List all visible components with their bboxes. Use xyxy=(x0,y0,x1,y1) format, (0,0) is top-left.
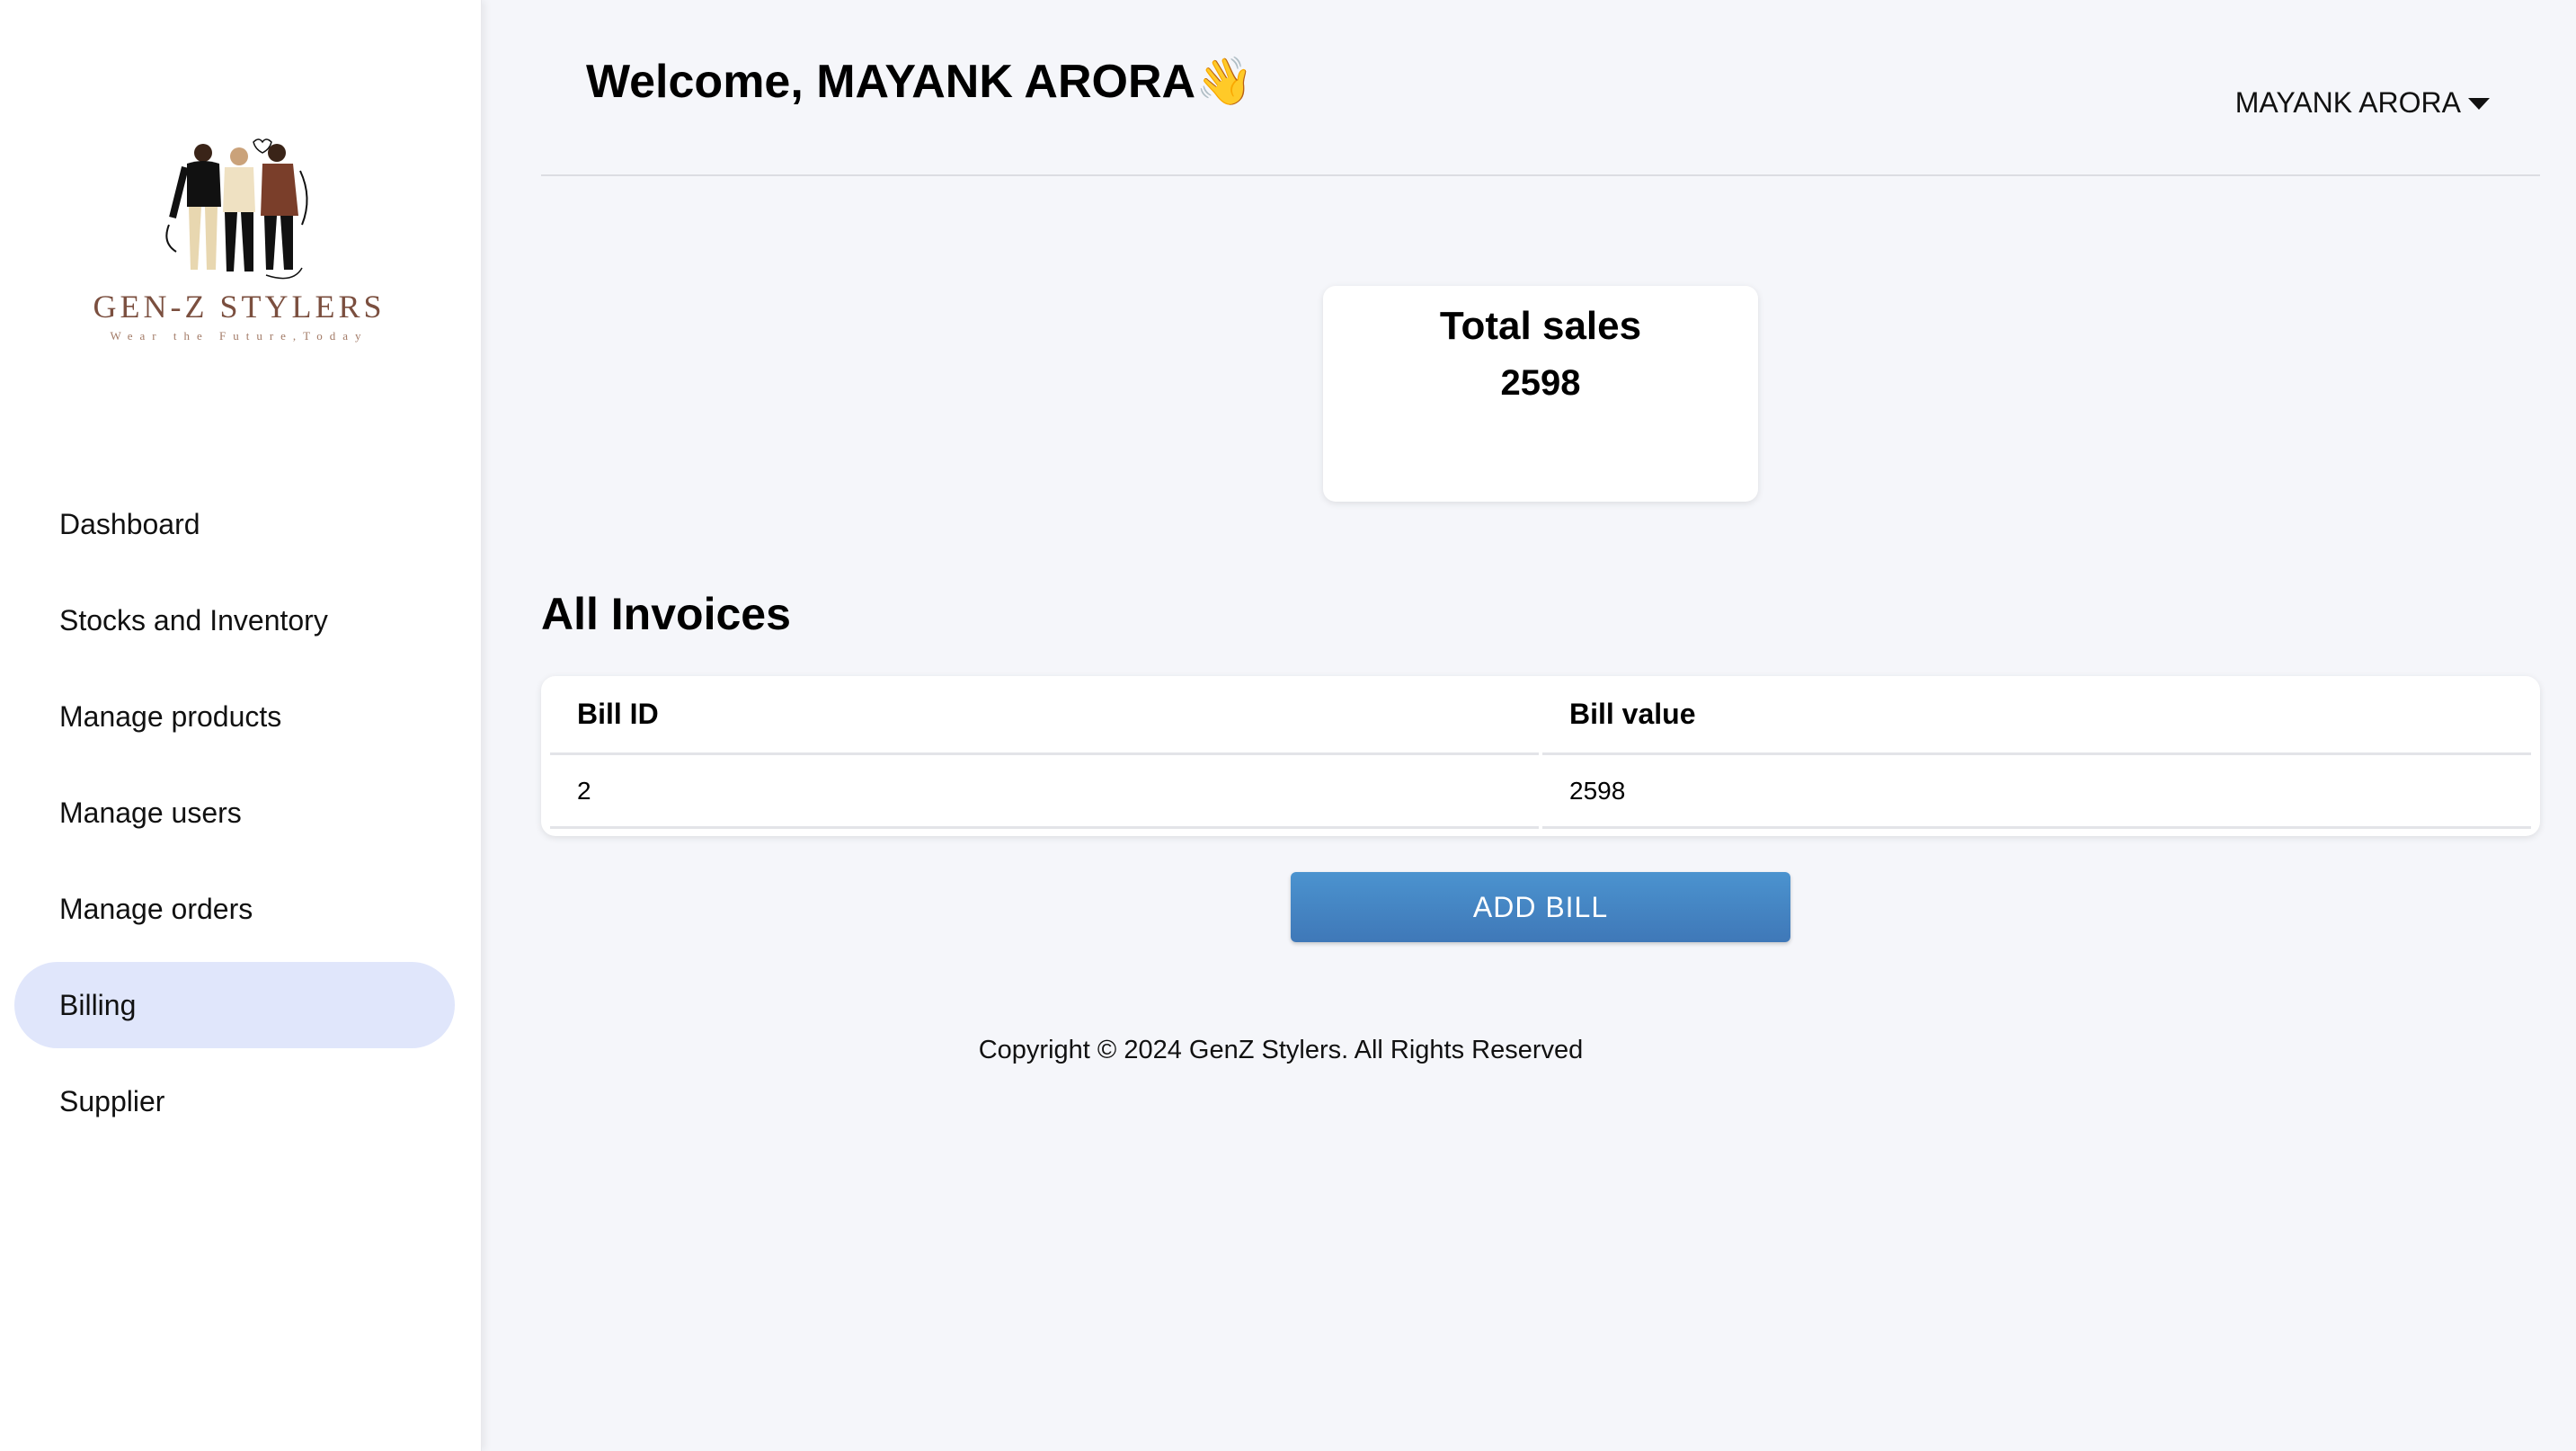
sidebar-item-billing[interactable]: Billing xyxy=(14,962,455,1048)
sidebar-item-dashboard[interactable]: Dashboard xyxy=(14,481,455,567)
total-sales-label: Total sales xyxy=(1439,304,1642,348)
sidebar-item-manage-products[interactable]: Manage products xyxy=(14,673,455,760)
welcome-heading: Welcome, MAYANK ARORA👋 xyxy=(586,56,1254,108)
invoices-heading: All Invoices xyxy=(541,589,791,639)
total-sales-card: Total sales 2598 xyxy=(1323,286,1758,502)
sidebar-nav: Dashboard Stocks and Inventory Manage pr… xyxy=(14,481,455,1154)
sidebar-item-manage-users[interactable]: Manage users xyxy=(14,770,455,856)
brand-tagline: Wear the Future,Today xyxy=(110,329,369,343)
brand-name: GEN-Z STYLERS xyxy=(93,289,386,325)
logo-figures-icon xyxy=(165,138,308,280)
cell-bill-id: 2 xyxy=(550,755,1539,829)
user-menu[interactable]: MAYANK ARORA xyxy=(2235,86,2490,120)
brand-logo[interactable]: GEN-Z STYLERS Wear the Future,Today xyxy=(86,135,392,351)
main-content: Welcome, MAYANK ARORA👋 MAYANK ARORA Tota… xyxy=(482,0,2576,1451)
user-name: MAYANK ARORA xyxy=(2234,86,2461,119)
app: GEN-Z STYLERS Wear the Future,Today Dash… xyxy=(0,0,2576,1451)
copyright-footer: Copyright © 2024 GenZ Stylers. All Right… xyxy=(978,1036,1584,1064)
sidebar: GEN-Z STYLERS Wear the Future,Today Dash… xyxy=(0,0,482,1451)
column-header-bill-id: Bill ID xyxy=(550,676,1539,755)
cell-bill-value: 2598 xyxy=(1542,755,2531,829)
total-sales-value: 2598 xyxy=(1500,363,1581,403)
table-header-row: Bill ID Bill value xyxy=(548,676,2533,755)
table-row[interactable]: 2 2598 xyxy=(548,755,2533,829)
caret-down-icon xyxy=(2468,98,2490,110)
add-bill-button[interactable]: ADD BILL xyxy=(1291,872,1790,942)
column-header-bill-value: Bill value xyxy=(1542,676,2531,755)
sidebar-item-manage-orders[interactable]: Manage orders xyxy=(14,866,455,952)
sidebar-item-supplier[interactable]: Supplier xyxy=(14,1058,455,1144)
sidebar-item-stocks-and-inventory[interactable]: Stocks and Inventory xyxy=(14,577,455,663)
invoices-table: Bill ID Bill value 2 2598 xyxy=(541,676,2540,836)
header-divider xyxy=(541,174,2540,176)
